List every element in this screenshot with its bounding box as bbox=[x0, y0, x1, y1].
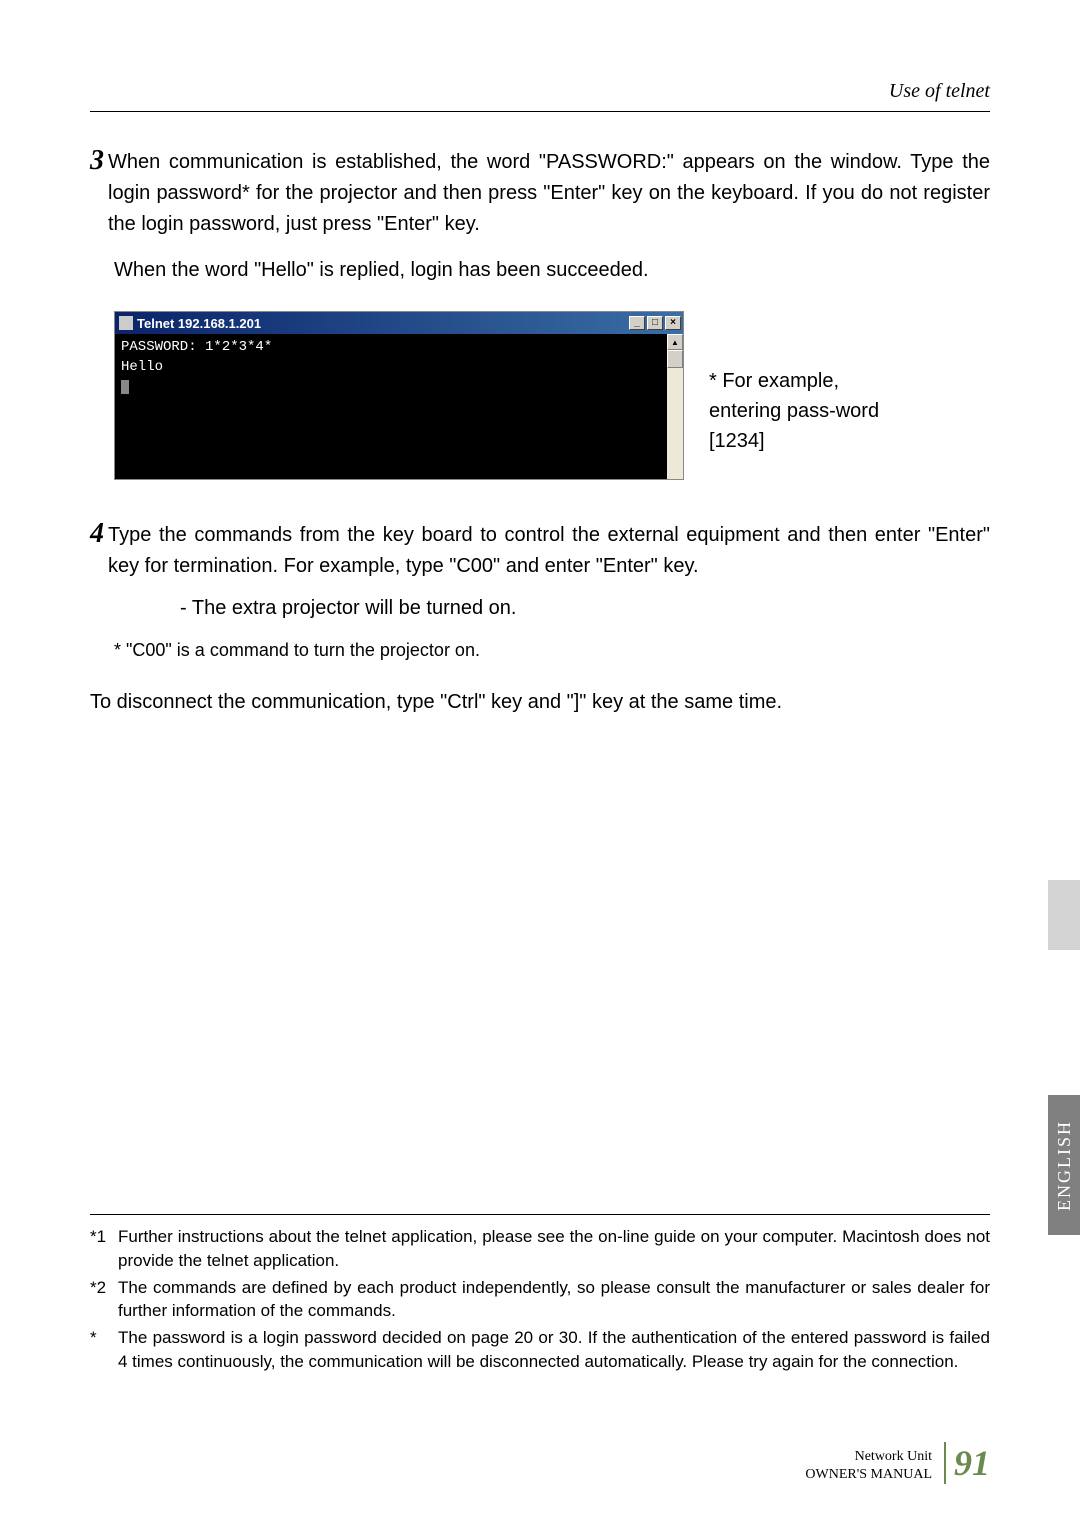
footnote-3-text: The password is a login password decided… bbox=[118, 1326, 990, 1374]
close-button[interactable]: × bbox=[665, 316, 681, 330]
footnote-1-mark: *1 bbox=[90, 1225, 118, 1273]
footer-label-1: Network Unit bbox=[855, 1449, 932, 1464]
footnote-2: *2 The commands are defined by each prod… bbox=[90, 1276, 990, 1324]
step-4-subpoint: - The extra projector will be turned on. bbox=[180, 597, 990, 620]
terminal-cursor bbox=[121, 380, 129, 394]
step-4: 4 Type the commands from the key board t… bbox=[90, 520, 990, 582]
step-3-text: When communication is established, the w… bbox=[108, 147, 990, 240]
side-tab-label: ENGLISH bbox=[1054, 1120, 1075, 1211]
scroll-track bbox=[667, 368, 683, 479]
section-title: Use of telnet bbox=[889, 80, 990, 102]
footnote-1-text: Further instructions about the telnet ap… bbox=[118, 1225, 990, 1273]
footer-label: Network Unit OWNER'S MANUAL bbox=[805, 1448, 932, 1484]
step-number-4: 4 bbox=[90, 520, 104, 548]
scrollbar[interactable]: ▲ bbox=[667, 334, 683, 479]
page-number: 91 bbox=[954, 1442, 990, 1484]
telnet-titlebar: Telnet 192.168.1.201 _ □ × bbox=[115, 312, 683, 334]
step-4-text: Type the commands from the key board to … bbox=[108, 520, 990, 582]
footer-label-2: OWNER'S MANUAL bbox=[805, 1467, 932, 1482]
disconnect-instruction: To disconnect the communication, type "C… bbox=[90, 691, 990, 714]
step-3-text-2: When the word "Hello" is replied, login … bbox=[114, 255, 990, 286]
footnote-1: *1 Further instructions about the telnet… bbox=[90, 1225, 990, 1273]
telnet-app-icon bbox=[119, 316, 133, 330]
footnote-2-text: The commands are defined by each product… bbox=[118, 1276, 990, 1324]
page-footer: Network Unit OWNER'S MANUAL 91 bbox=[805, 1442, 990, 1484]
step-4-small-note: * "C00" is a command to turn the project… bbox=[114, 640, 990, 661]
scroll-up-icon[interactable]: ▲ bbox=[667, 334, 683, 350]
minimize-button[interactable]: _ bbox=[629, 316, 645, 330]
side-tab-blank bbox=[1048, 880, 1080, 950]
telnet-title: Telnet 192.168.1.201 bbox=[137, 316, 261, 331]
window-controls: _ □ × bbox=[629, 316, 681, 330]
telnet-window: Telnet 192.168.1.201 _ □ × PASSWORD: 1*2… bbox=[114, 311, 684, 480]
maximize-button[interactable]: □ bbox=[647, 316, 663, 330]
telnet-line-2: Hello bbox=[121, 359, 163, 375]
step-number-3: 3 bbox=[90, 147, 104, 175]
side-tab-english: ENGLISH bbox=[1048, 1095, 1080, 1235]
footnote-3-mark: * bbox=[90, 1326, 118, 1374]
scroll-thumb[interactable] bbox=[667, 350, 683, 368]
section-header: Use of telnet bbox=[90, 80, 990, 112]
telnet-side-note: * For example, entering pass-word [1234] bbox=[709, 366, 889, 456]
telnet-screenshot-block: Telnet 192.168.1.201 _ □ × PASSWORD: 1*2… bbox=[114, 311, 990, 480]
footnote-3: * The password is a login password decid… bbox=[90, 1326, 990, 1374]
step-3: 3 When communication is established, the… bbox=[90, 147, 990, 240]
telnet-line-1: PASSWORD: 1*2*3*4* bbox=[121, 339, 272, 355]
telnet-terminal-body[interactable]: PASSWORD: 1*2*3*4* Hello bbox=[115, 334, 667, 479]
footnote-2-mark: *2 bbox=[90, 1276, 118, 1324]
footnotes-section: *1 Further instructions about the telnet… bbox=[90, 1214, 990, 1374]
